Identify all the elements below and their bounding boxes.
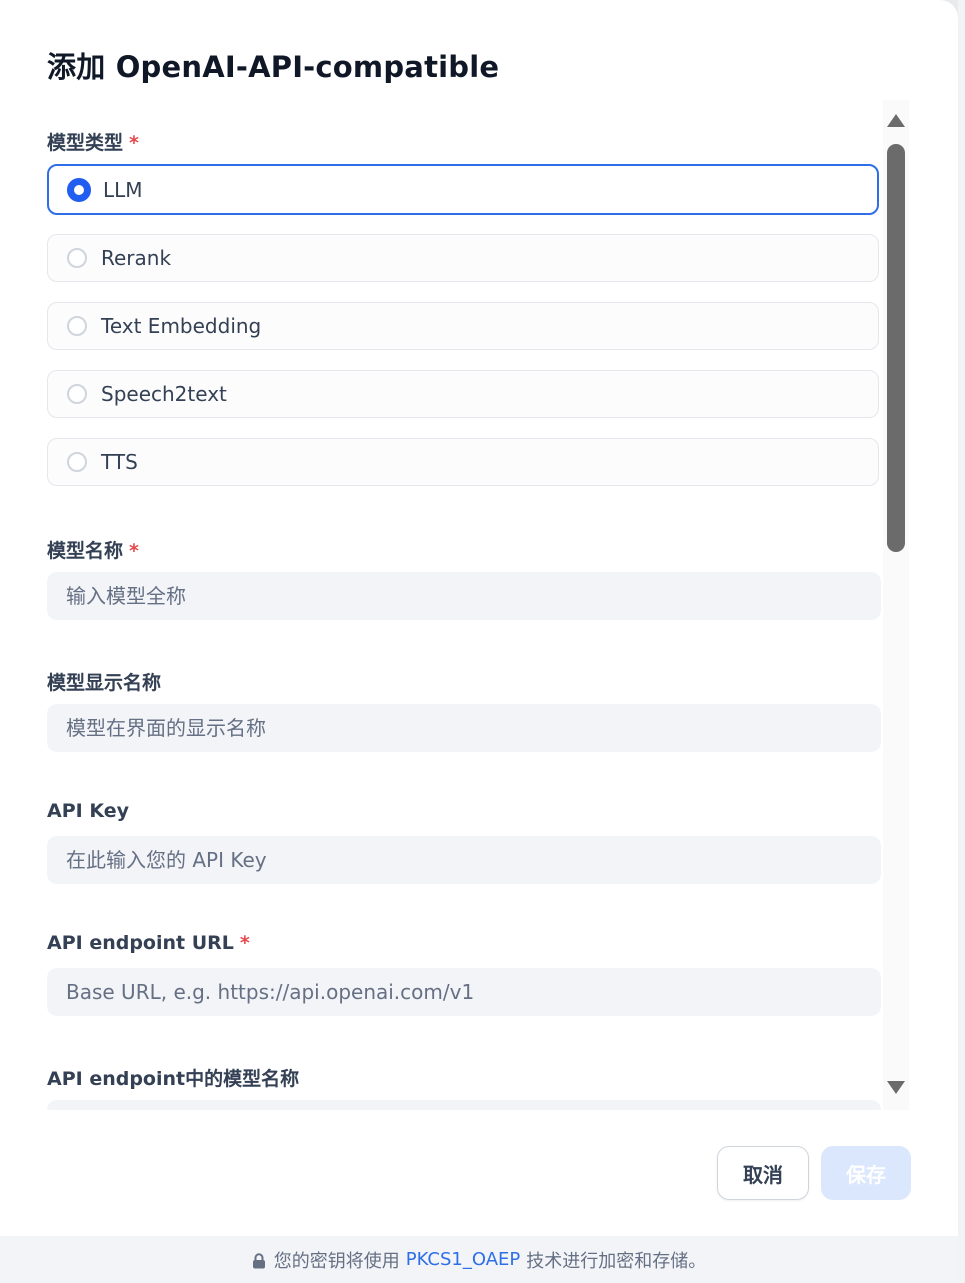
scroll-up-arrow-icon[interactable] [887, 114, 905, 127]
radio-label: Rerank [101, 246, 172, 270]
api-key-input[interactable] [47, 836, 881, 884]
radio-label: LLM [103, 177, 143, 202]
scrollbar-thumb[interactable] [887, 144, 905, 552]
model-name-label-text: 模型名称 [47, 540, 124, 562]
radio-unchecked-icon [67, 452, 87, 472]
notice-suffix: 技术进行加密和存储。 [526, 1250, 707, 1272]
scroll-down-arrow-icon[interactable] [887, 1081, 905, 1094]
cancel-button[interactable]: 取消 [717, 1146, 809, 1200]
required-mark: * [129, 540, 139, 562]
save-button[interactable]: 保存 [821, 1146, 911, 1200]
radio-option-rerank[interactable]: Rerank [47, 234, 879, 282]
radio-option-tts[interactable]: TTS [47, 438, 879, 486]
lock-icon [252, 1252, 266, 1269]
radio-label: Text Embedding [101, 314, 262, 338]
required-mark: * [129, 132, 139, 154]
radio-label: Speech2text [101, 382, 227, 406]
model-type-label: 模型类型 * [47, 128, 139, 155]
radio-option-llm[interactable]: LLM [47, 164, 879, 215]
display-name-input[interactable] [47, 704, 881, 752]
backdrop [958, 0, 965, 1283]
required-mark: * [239, 932, 250, 954]
radio-checked-icon [67, 177, 91, 202]
radio-unchecked-icon [67, 316, 87, 336]
endpoint-model-name-label: API endpoint中的模型名称 [47, 1068, 300, 1090]
endpoint-url-label-text: API endpoint URL [47, 932, 234, 954]
model-name-label: 模型名称 * [47, 536, 139, 563]
radio-unchecked-icon [67, 384, 87, 404]
radio-label: TTS [101, 450, 138, 474]
pkcs1-oaep-link[interactable]: PKCS1_OAEP [406, 1249, 521, 1270]
model-type-label-text: 模型类型 [47, 132, 124, 154]
form-scroll-area: 模型类型 * LLM Rerank Text Embedding Speech2t… [0, 100, 882, 1110]
form-scrollbar[interactable] [883, 100, 909, 1110]
radio-option-text-embedding[interactable]: Text Embedding [47, 302, 879, 350]
dialog-title: 添加 OpenAI-API-compatible [47, 50, 500, 84]
endpoint-url-input[interactable] [47, 968, 881, 1016]
add-model-dialog: 添加 OpenAI-API-compatible 模型类型 * LLM Reran… [0, 0, 958, 1283]
radio-unchecked-icon [67, 248, 87, 268]
encryption-notice: 您的密钥将使用 PKCS1_OAEP 技术进行加密和存储。 [0, 1236, 958, 1283]
model-name-input[interactable] [47, 572, 881, 620]
radio-option-speech2text[interactable]: Speech2text [47, 370, 879, 418]
api-key-label: API Key [47, 800, 129, 822]
endpoint-url-label: API endpoint URL * [47, 932, 250, 954]
notice-prefix: 您的密钥将使用 [273, 1250, 400, 1272]
endpoint-model-name-input[interactable] [47, 1100, 881, 1110]
display-name-label: 模型显示名称 [47, 672, 162, 694]
